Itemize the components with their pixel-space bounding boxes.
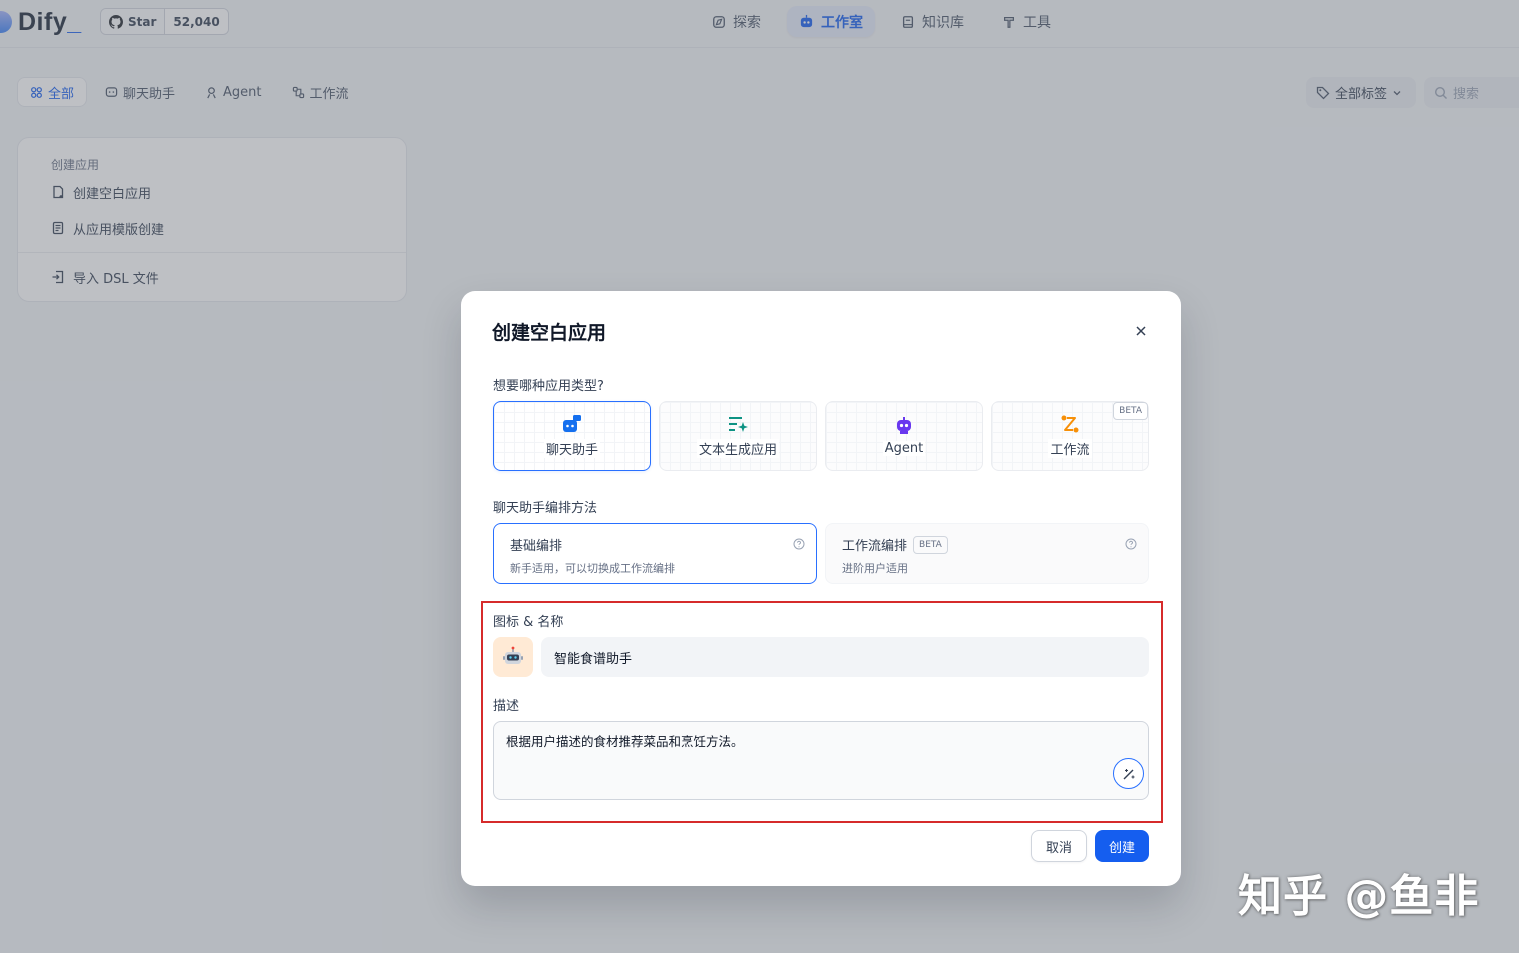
type-workflow-label: 工作流 [1048,439,1092,458]
mode-workflow-title: 工作流编排 [842,539,908,554]
help-icon[interactable] [793,538,805,550]
zhihu-watermark: 知乎 @鱼非 [1238,871,1480,922]
type-agent[interactable]: Agent [825,401,983,471]
generate-description-button[interactable] [1113,758,1144,789]
type-text-generator-label: 文本生成应用 [696,439,779,458]
description-textarea[interactable]: 根据用户描述的食材推荐菜品和烹饪方法。 [493,721,1149,800]
type-workflow[interactable]: BETA 工作流 [991,401,1149,471]
cancel-button[interactable]: 取消 [1031,830,1087,862]
beta-badge: BETA [913,535,948,554]
text-generate-icon [728,414,748,434]
beta-badge: BETA [1113,402,1148,420]
type-agent-label: Agent [882,441,926,456]
mode-basic-title: 基础编排 [510,539,563,554]
description-label: 描述 [493,699,520,714]
app-name-input[interactable]: 智能食谱助手 [541,637,1149,677]
close-icon [1135,325,1147,337]
robot-emoji-icon [502,646,524,668]
mode-basic-desc: 新手适用，可以切换成工作流编排 [510,562,675,575]
icon-name-label: 图标 & 名称 [493,615,564,630]
close-button[interactable] [1132,322,1150,340]
type-chatbot-label: 聊天助手 [543,439,600,458]
type-chatbot[interactable]: 聊天助手 [493,401,651,471]
app-type-options: 聊天助手 文本生成应用 Agent BETA 工作流 [493,401,1149,471]
app-icon-picker[interactable] [493,637,533,677]
orchestration-mode-label: 聊天助手编排方法 [493,501,598,516]
orchestration-mode-options: 基础编排 新手适用，可以切换成工作流编排 工作流编排 BETA 进阶用户适用 [493,523,1149,584]
help-icon[interactable] [1125,538,1137,550]
create-button[interactable]: 创建 [1095,830,1149,862]
app-type-question: 想要哪种应用类型? [493,379,604,394]
type-text-generator[interactable]: 文本生成应用 [659,401,817,471]
modal-title: 创建空白应用 [492,322,607,344]
magic-wand-icon [1122,767,1136,781]
agent-robot-icon [894,416,914,436]
chat-bot-icon [562,414,582,434]
workflow-route-icon [1060,414,1080,434]
mode-workflow-desc: 进阶用户适用 [842,562,908,575]
mode-basic[interactable]: 基础编排 新手适用，可以切换成工作流编排 [493,523,817,584]
description-text: 根据用户描述的食材推荐菜品和烹饪方法。 [506,734,744,749]
mode-workflow[interactable]: 工作流编排 BETA 进阶用户适用 [825,523,1149,584]
create-blank-app-modal: 创建空白应用 想要哪种应用类型? 聊天助手 文本生成应用 Agent BETA … [461,291,1181,886]
